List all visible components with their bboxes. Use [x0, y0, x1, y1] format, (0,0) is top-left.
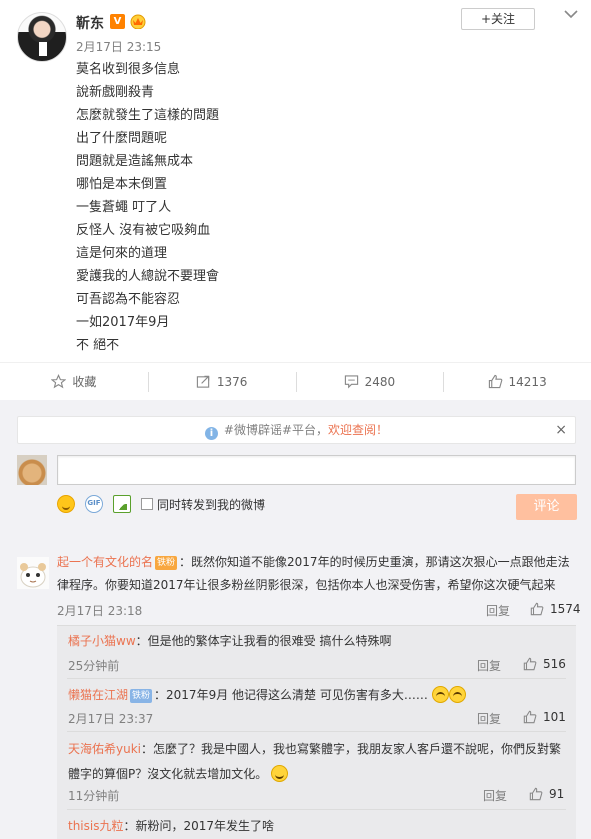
sad-emoji-icon — [431, 686, 449, 703]
reply-username[interactable]: 橘子小猫ww — [68, 634, 136, 648]
post-text-line: 愛護我的人總說不要理會 — [76, 269, 220, 284]
post-text-line: 不 絕不 — [76, 338, 120, 353]
post-text-line: 哪怕是本末倒置 — [76, 177, 168, 192]
reply-divider — [67, 678, 566, 679]
thumbs-up-icon — [529, 787, 543, 801]
reply-button[interactable]: 回复 — [486, 602, 510, 619]
comment-button[interactable]: 2480 — [295, 363, 444, 400]
favorite-button[interactable]: 收藏 — [0, 363, 148, 400]
reply-body: ：2017年9月 他记得这么清楚 可见伤害有多大…… — [154, 688, 428, 702]
close-icon[interactable]: × — [555, 417, 567, 443]
reply-item: 懒猫在江湖 铁粉 ：2017年9月 他记得这么清楚 可见伤害有多大…… — [68, 684, 568, 706]
emoji-icon[interactable] — [57, 495, 75, 513]
forward-checkbox-label[interactable]: 同时转发到我的微博 — [157, 496, 265, 513]
reply-time: 2月17日 23:37 — [68, 712, 154, 726]
thumbs-up-icon — [530, 602, 544, 616]
gif-icon[interactable]: GIF — [85, 495, 103, 513]
reply-button[interactable]: 回复 — [477, 657, 501, 674]
reply-body: ：但是他的繁体字让我看的很难受 搞什么特殊啊 — [135, 634, 392, 648]
reply-username[interactable]: thisis九粒 — [68, 819, 123, 833]
forward-checkbox[interactable] — [141, 498, 153, 510]
forward-button[interactable]: 1376 — [147, 363, 296, 400]
comment-username[interactable]: 起一个有文化的名 — [57, 555, 153, 569]
post-action-bar: 收藏 1376 2480 14213 — [0, 362, 591, 400]
thumbs-up-icon — [523, 710, 537, 724]
reply-item: 天海佑希yuki：怎麼了？我是中國人，我也寫繁體字，我朋友家人客戶還不說呢，你們… — [68, 737, 568, 787]
reply-divider — [67, 809, 566, 810]
comments-section: i #微博辟谣#平台，欢迎查阅！ × GIF 同时转发到我的微博 评论 起一个有文… — [0, 400, 591, 839]
weibo-post: 靳东 V 2月17日 23:15 +关注 莫名收到很多信息 說新戲剛殺青怎麼就發生… — [0, 0, 591, 362]
reply-like-button[interactable]: 516 — [523, 657, 566, 671]
like-button[interactable]: 14213 — [443, 363, 591, 400]
follow-button[interactable]: +关注 — [461, 8, 535, 30]
reply-time: 25分钟前 — [68, 659, 120, 673]
verified-icon: V — [110, 14, 125, 29]
fan-badge: 铁粉 — [130, 689, 153, 703]
info-icon: i — [204, 427, 218, 440]
comment-toolbar: GIF 同时转发到我的微博 — [57, 494, 265, 514]
comment-input[interactable] — [57, 455, 576, 485]
reply-like-count: 91 — [549, 787, 565, 801]
reply-username[interactable]: 懒猫在江湖 — [68, 688, 128, 702]
reply-divider — [67, 731, 566, 732]
reply-username[interactable]: 天海佑希yuki — [68, 742, 141, 756]
comment-time: 2月17日 23:18 — [57, 604, 143, 618]
post-content: 莫名收到很多信息 說新戲剛殺青怎麼就發生了這樣的問題 出了什麼問題呢問題就是造謠無成… — [76, 58, 536, 357]
forward-count: 1376 — [216, 374, 248, 389]
comment-like-button[interactable]: 1574 — [530, 602, 581, 616]
notice-text: #微博辟谣#平台， — [223, 423, 329, 437]
reply-list: 橘子小猫ww：但是他的繁体字让我看的很难受 搞什么特殊啊 25分钟前 回复 51… — [57, 625, 576, 839]
crown-icon — [130, 14, 146, 29]
reply-item: 橘子小猫ww：但是他的繁体字让我看的很难受 搞什么特殊啊 — [68, 630, 568, 652]
author-name[interactable]: 靳东 — [76, 13, 104, 33]
post-text-line: 一隻蒼蠅 叮了人 — [76, 200, 172, 215]
reply-item: thisis九粒：新粉问，2017年发生了啥 — [68, 815, 568, 837]
fan-badge: 铁粉 — [155, 556, 178, 570]
comment-text: 起一个有文化的名 铁粉 ：既然你知道不能像2017年的时候历史重演，那请这次狠心一点… — [57, 551, 576, 597]
reply-body: ：怎麼了？我是中國人，我也寫繁體字，我朋友家人客戶還不說呢，你們反對繁體字的算個… — [68, 742, 562, 781]
post-text-line: 說新戲剛殺青 — [76, 85, 155, 100]
notice-link[interactable]: 欢迎查阅！ — [328, 423, 388, 437]
comment-count: 2480 — [364, 374, 396, 389]
smile-emoji-icon — [271, 765, 289, 782]
thumbs-up-icon — [488, 374, 502, 389]
reply-like-count: 101 — [543, 710, 566, 724]
post-time[interactable]: 2月17日 23:15 — [76, 38, 161, 55]
post-text-line: 問題就是造謠無成本 — [76, 154, 194, 169]
crying-emoji-icon — [448, 686, 466, 703]
reply-like-count: 516 — [543, 657, 566, 671]
reply-button[interactable]: 回复 — [477, 710, 501, 727]
reply-button[interactable]: 回复 — [483, 787, 507, 804]
commenter-avatar[interactable] — [17, 557, 49, 589]
thumbs-up-icon — [523, 657, 537, 671]
image-icon[interactable] — [113, 495, 131, 513]
chevron-down-icon[interactable] — [563, 6, 579, 22]
reply-like-button[interactable]: 91 — [529, 787, 564, 801]
reply-like-button[interactable]: 101 — [523, 710, 566, 724]
forward-icon — [196, 375, 210, 388]
post-text-line: 一如2017年9月 — [76, 315, 170, 330]
post-text-line: 莫名收到很多信息 — [76, 62, 181, 77]
post-text-line: 反怪人 沒有被它吸夠血 — [76, 223, 211, 238]
reply-body: ：新粉问，2017年发生了啥 — [123, 819, 275, 833]
comment-icon — [344, 375, 358, 389]
rumor-notice-bar: i #微博辟谣#平台，欢迎查阅！ × — [17, 416, 576, 444]
post-text-line: 出了什麼問題呢 — [76, 131, 168, 146]
post-text-line: 可吾認為不能容忍 — [76, 292, 181, 307]
current-user-avatar — [17, 455, 47, 485]
post-text-line: 這是何來的道理 — [76, 246, 168, 261]
post-text-line: 怎麼就發生了這樣的問題 — [76, 108, 220, 123]
star-icon — [51, 374, 67, 389]
author-avatar[interactable] — [17, 12, 67, 62]
comment-like-count: 1574 — [550, 602, 581, 616]
like-count: 14213 — [508, 374, 547, 389]
submit-comment-button[interactable]: 评论 — [516, 494, 577, 520]
favorite-label: 收藏 — [72, 375, 97, 389]
reply-time: 11分钟前 — [68, 789, 120, 803]
